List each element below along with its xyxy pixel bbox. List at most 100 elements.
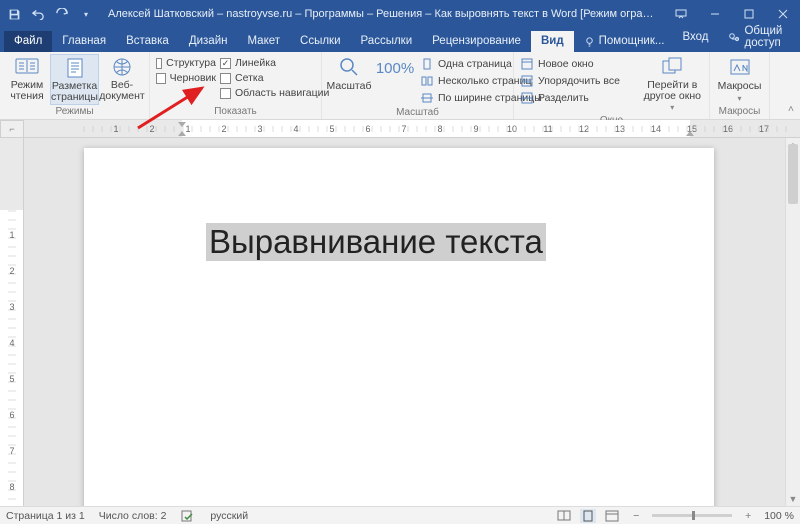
zoom-label: Масштаб: [327, 80, 372, 92]
draft-checkbox[interactable]: Черновик: [154, 71, 218, 85]
svg-text:1: 1: [9, 230, 14, 240]
macros-button[interactable]: Макросы ▾: [714, 54, 765, 105]
save-icon[interactable]: [4, 3, 24, 25]
print-layout-label: Разметка страницы: [51, 81, 98, 102]
collapse-ribbon-icon[interactable]: ˄: [782, 52, 800, 119]
arrange-all-icon: [520, 74, 534, 88]
svg-text:14: 14: [651, 124, 661, 134]
zoom-button[interactable]: Масштаб: [326, 54, 372, 106]
print-layout-button[interactable]: Разметка страницы: [50, 54, 99, 105]
document-heading[interactable]: Выравнивание текста: [206, 223, 546, 261]
svg-text:5: 5: [9, 374, 14, 384]
group-views-label: Режимы: [4, 105, 145, 119]
ruler-checkbox[interactable]: ✓Линейка: [218, 56, 331, 70]
share-label: Общий доступ: [744, 25, 786, 49]
svg-text:5: 5: [329, 124, 334, 134]
tab-view[interactable]: Вид: [531, 31, 574, 52]
vertical-scrollbar[interactable]: ▲ ▼: [785, 138, 800, 506]
lightbulb-icon: [584, 36, 595, 47]
share-icon: [728, 31, 740, 43]
checkbox-icon: [156, 73, 166, 84]
svg-text:8: 8: [437, 124, 442, 134]
svg-text:13: 13: [615, 124, 625, 134]
status-zoom[interactable]: 100 %: [764, 510, 794, 522]
switch-windows-button[interactable]: Перейти в другое окно ▾: [640, 54, 705, 114]
gridlines-checkbox[interactable]: Сетка: [218, 71, 331, 85]
tab-home[interactable]: Главная: [52, 31, 116, 52]
ribbon: Режим чтения Разметка страницы Веб- доку…: [0, 52, 800, 120]
navigation-pane-checkbox[interactable]: Область навигации: [218, 86, 331, 100]
tab-file[interactable]: Файл: [4, 31, 52, 52]
status-proofing-icon[interactable]: [180, 509, 196, 523]
group-show-label: Показать: [154, 105, 317, 119]
group-window: Новое окно Упорядочить все Разделить Пер…: [514, 52, 710, 119]
reading-mode-button[interactable]: Режим чтения: [4, 54, 50, 105]
svg-text:17: 17: [759, 124, 769, 134]
zoom-out-icon[interactable]: −: [628, 509, 644, 523]
ruler-top-margin: [0, 138, 24, 210]
svg-text:15: 15: [687, 124, 697, 134]
svg-text:8: 8: [9, 482, 14, 492]
switch-windows-icon: [659, 56, 685, 78]
document-area: 12345678 Выравнивание текста ▲ ▼: [0, 138, 800, 506]
split-button[interactable]: Разделить: [518, 90, 640, 106]
svg-text:7: 7: [401, 124, 406, 134]
status-page[interactable]: Страница 1 из 1: [6, 510, 85, 522]
page-width-icon: [420, 91, 434, 105]
page-canvas[interactable]: Выравнивание текста: [24, 138, 785, 506]
arrange-all-button[interactable]: Упорядочить все: [518, 73, 640, 89]
undo-icon[interactable]: [28, 3, 48, 25]
new-window-label: Новое окно: [538, 58, 594, 70]
gridlines-label: Сетка: [235, 72, 264, 84]
ribbon-tabs: Файл Главная Вставка Дизайн Макет Ссылки…: [0, 28, 800, 52]
scroll-thumb[interactable]: [788, 144, 798, 204]
tab-insert[interactable]: Вставка: [116, 31, 179, 52]
svg-text:11: 11: [543, 124, 552, 134]
zoom-slider[interactable]: [652, 514, 732, 517]
status-language[interactable]: русский: [210, 510, 248, 522]
group-macros-label: Макросы: [714, 105, 765, 119]
svg-text:3: 3: [9, 302, 14, 312]
tab-review[interactable]: Рецензирование: [422, 31, 531, 52]
svg-text:12: 12: [579, 124, 589, 134]
group-show: Структура Черновик ✓Линейка Сетка Област…: [150, 52, 322, 119]
qat-dropdown-icon[interactable]: ▾: [76, 3, 96, 25]
horizontal-ruler[interactable]: ⌐ 121234567891011121314151617: [0, 120, 800, 138]
svg-text:3: 3: [257, 124, 262, 134]
draft-label: Черновик: [170, 72, 216, 84]
status-word-count[interactable]: Число слов: 2: [99, 510, 167, 522]
split-icon: [520, 91, 534, 105]
zoom-slider-thumb[interactable]: [692, 511, 695, 520]
share-button[interactable]: Общий доступ: [720, 22, 794, 52]
magnifier-icon: [336, 56, 362, 78]
structure-checkbox[interactable]: Структура: [154, 56, 218, 70]
view-web-layout-icon[interactable]: [604, 509, 620, 523]
tab-layout[interactable]: Макет: [237, 31, 290, 52]
svg-text:7: 7: [9, 446, 14, 456]
svg-text:16: 16: [723, 124, 733, 134]
svg-text:2: 2: [9, 266, 14, 276]
macros-icon: [727, 56, 753, 78]
signin-link[interactable]: Вход: [674, 28, 716, 46]
navigation-pane-label: Область навигации: [235, 87, 329, 99]
redo-icon[interactable]: [52, 3, 72, 25]
checkbox-icon: [220, 88, 231, 99]
svg-text:10: 10: [507, 124, 517, 134]
document-page[interactable]: [84, 148, 714, 506]
vertical-ruler[interactable]: 12345678: [0, 138, 24, 506]
menubar-right: Вход Общий доступ: [674, 22, 800, 52]
view-read-mode-icon[interactable]: [556, 509, 572, 523]
zoom-100-button[interactable]: 100%: [372, 54, 418, 106]
new-window-button[interactable]: Новое окно: [518, 56, 640, 72]
tell-me[interactable]: Помощник...: [574, 31, 675, 52]
tab-references[interactable]: Ссылки: [290, 31, 351, 52]
view-print-layout-icon[interactable]: [580, 509, 596, 523]
web-layout-button[interactable]: Веб- документ: [99, 54, 145, 105]
zoom-in-icon[interactable]: +: [740, 509, 756, 523]
reading-mode-icon: [14, 56, 40, 78]
reading-mode-label: Режим чтения: [10, 80, 43, 101]
arrange-all-label: Упорядочить все: [538, 75, 620, 87]
scroll-down-icon[interactable]: ▼: [786, 492, 800, 506]
tab-design[interactable]: Дизайн: [179, 31, 238, 52]
tab-mailings[interactable]: Рассылки: [351, 31, 423, 52]
